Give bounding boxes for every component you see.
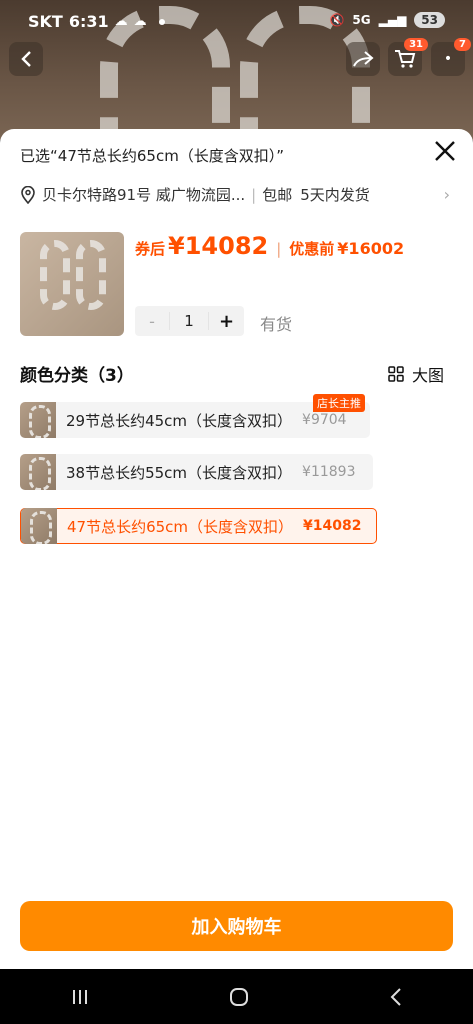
sku-option-38[interactable]: 38节总长约55cm（长度含双扣） ¥11893 (20, 454, 373, 490)
recommended-badge: 店长主推 (313, 394, 365, 412)
cart-badge: 31 (404, 38, 428, 51)
grid-icon (388, 366, 404, 382)
chevron-right-icon: › (444, 185, 450, 204)
share-button[interactable] (346, 42, 380, 76)
network-label: 5G (352, 13, 370, 27)
delivery-address-row[interactable]: 贝卡尔特路91号 威广物流园... | 包邮 5天内发货 › (20, 184, 450, 205)
location-pin-icon (20, 186, 36, 204)
add-to-cart-button[interactable]: 加入购物车 (20, 901, 453, 951)
signal-icon: ▂▄▆ (379, 13, 407, 27)
shipping-label: 包邮 (262, 184, 292, 205)
sku-option-name: 29节总长约45cm（长度含双扣） (66, 410, 292, 431)
address-divider: | (251, 186, 256, 204)
coupon-price: ¥14082 (168, 232, 268, 260)
back-nav-icon[interactable] (389, 987, 403, 1007)
notification-icon: ☁ (115, 14, 128, 29)
address-text: 贝卡尔特路91号 威广物流园... (42, 184, 245, 205)
increase-quantity-button[interactable]: + (209, 311, 244, 332)
stock-status: 有货 (260, 311, 292, 335)
big-image-toggle[interactable]: 大图 (388, 362, 444, 386)
recent-apps-icon[interactable] (70, 988, 90, 1006)
quantity-stepper: - 1 + (135, 306, 244, 336)
carrier-label: SKT (28, 12, 63, 31)
category-title: 颜色分类（3） (20, 361, 134, 386)
chain-thumb-right (76, 240, 106, 310)
cloud-icon: ☁ (134, 14, 147, 29)
back-button[interactable] (9, 42, 43, 76)
selected-sku-title: 已选“47节总长约65cm（长度含双扣）” (20, 145, 284, 166)
battery-indicator: 53 (414, 12, 445, 28)
sku-option-thumbnail (20, 402, 56, 438)
sku-option-price: ¥9704 (302, 412, 347, 428)
system-navigation-bar (0, 969, 473, 1024)
status-bar: SKT 6:31 ☁ ☁ 🔇 5G ▂▄▆ 53 (0, 0, 473, 44)
sku-option-price: ¥11893 (302, 464, 355, 480)
home-icon[interactable] (229, 987, 249, 1007)
chevron-left-icon (19, 50, 33, 68)
selected-sku-thumbnail[interactable] (20, 232, 124, 336)
quantity-input[interactable]: 1 (169, 312, 209, 330)
big-image-label: 大图 (412, 362, 444, 386)
message-badge: 7 (454, 38, 471, 51)
decrease-quantity-button[interactable]: - (135, 312, 169, 331)
close-icon (434, 140, 456, 162)
sku-option-name: 47节总长约65cm（长度含双扣） (67, 516, 293, 537)
more-icon: • (444, 51, 452, 67)
cart-icon (394, 49, 416, 69)
sku-option-47-selected[interactable]: 47节总长约65cm（长度含双扣） ¥14082 (20, 508, 377, 544)
delivery-label: 5天内发货 (300, 184, 370, 205)
sku-selection-sheet: 已选“47节总长约65cm（长度含双扣）” 贝卡尔特路91号 威广物流园... … (0, 129, 473, 969)
dot-icon (159, 19, 165, 25)
clock: 6:31 (69, 12, 109, 31)
original-price: ¥16002 (337, 239, 404, 258)
sku-option-price: ¥14082 (303, 518, 361, 534)
chain-thumb-left (40, 240, 70, 310)
price-divider: | (276, 240, 281, 258)
sku-option-thumbnail (21, 508, 57, 544)
cart-button[interactable]: 31 (388, 42, 422, 76)
share-icon (352, 50, 374, 68)
more-button[interactable]: • 7 (431, 42, 465, 76)
sku-option-name: 38节总长约55cm（长度含双扣） (66, 462, 292, 483)
close-button[interactable] (430, 139, 460, 169)
coupon-price-label: 券后 (135, 238, 165, 259)
sku-option-thumbnail (20, 454, 56, 490)
original-price-label: 优惠前 (289, 238, 334, 259)
mute-icon: 🔇 (329, 13, 344, 27)
price-row: 券后 ¥14082 | 优惠前 ¥16002 (135, 232, 404, 260)
